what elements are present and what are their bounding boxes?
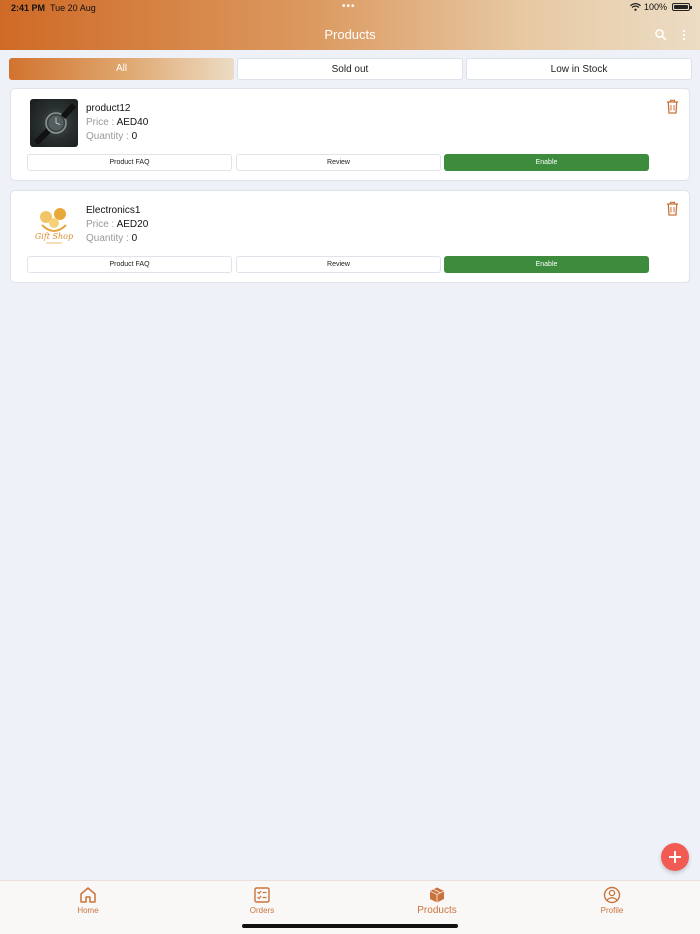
nav-label-products: Products <box>417 905 457 916</box>
status-bar: 2:41 PM Tue 20 Aug ••• 100% <box>0 0 700 17</box>
price-value: AED20 <box>116 219 149 230</box>
review-button[interactable]: Review <box>236 154 441 171</box>
trash-icon[interactable] <box>666 201 679 216</box>
more-vertical-icon[interactable] <box>680 28 688 42</box>
gift-shop-logo: Gift Shop <box>35 208 73 244</box>
home-icon <box>80 887 96 903</box>
watch-image <box>33 102 77 146</box>
product-price: Price : AED20 <box>86 219 148 230</box>
status-date: Tue 20 Aug <box>50 3 96 13</box>
add-product-button[interactable] <box>661 843 689 871</box>
product-quantity: Quantity : 0 <box>86 233 137 244</box>
nav-item-home[interactable]: Home <box>48 881 128 934</box>
app-header: 2:41 PM Tue 20 Aug ••• 100% Products <box>0 0 700 50</box>
product-card: product12 Price : AED40 Quantity : 0 Pro… <box>10 88 690 181</box>
profile-icon <box>603 886 621 904</box>
product-image: Gift Shop <box>30 201 78 249</box>
review-button[interactable]: Review <box>236 256 441 273</box>
nav-item-profile[interactable]: Profile <box>572 881 652 934</box>
price-value: AED40 <box>116 117 149 128</box>
product-image <box>30 99 78 147</box>
product-quantity: Quantity : 0 <box>86 131 137 142</box>
status-time: 2:41 PM <box>11 3 46 13</box>
box-icon <box>429 887 445 903</box>
nav-label-orders: Orders <box>249 906 275 915</box>
quantity-label: Quantity : <box>86 131 129 142</box>
product-faq-button[interactable]: Product FAQ <box>27 154 232 171</box>
battery-percent: 100% <box>643 2 667 12</box>
multitasking-dots[interactable]: ••• <box>342 1 356 12</box>
price-label: Price : <box>86 117 115 128</box>
page-title: Products <box>324 27 376 42</box>
search-icon[interactable] <box>654 28 668 42</box>
price-label: Price : <box>86 219 115 230</box>
quantity-label: Quantity : <box>86 233 129 244</box>
product-card: Gift Shop Electronics1 Price : AED20 Qua… <box>10 190 690 283</box>
nav-label-home: Home <box>77 906 99 915</box>
status-indicators: 100% <box>630 2 692 12</box>
enable-button[interactable]: Enable <box>444 256 649 273</box>
tab-low-in-stock[interactable]: Low in Stock <box>466 58 692 80</box>
nav-label-profile: Profile <box>600 906 624 915</box>
tab-all[interactable]: All <box>9 58 234 80</box>
product-price: Price : AED40 <box>86 117 148 128</box>
svg-text:Gift Shop: Gift Shop <box>35 232 73 241</box>
wifi-icon <box>630 3 641 11</box>
home-indicator <box>242 924 458 928</box>
orders-icon <box>254 887 270 903</box>
trash-icon[interactable] <box>666 99 679 114</box>
product-faq-button[interactable]: Product FAQ <box>27 256 232 273</box>
enable-button[interactable]: Enable <box>444 154 649 171</box>
quantity-value: 0 <box>131 233 138 244</box>
quantity-value: 0 <box>131 131 138 142</box>
filter-tabs: All Sold out Low in Stock <box>9 58 692 80</box>
product-name: Electronics1 <box>86 205 141 216</box>
battery-icon <box>672 3 692 11</box>
product-name: product12 <box>86 103 131 114</box>
tab-sold-out[interactable]: Sold out <box>237 58 463 80</box>
